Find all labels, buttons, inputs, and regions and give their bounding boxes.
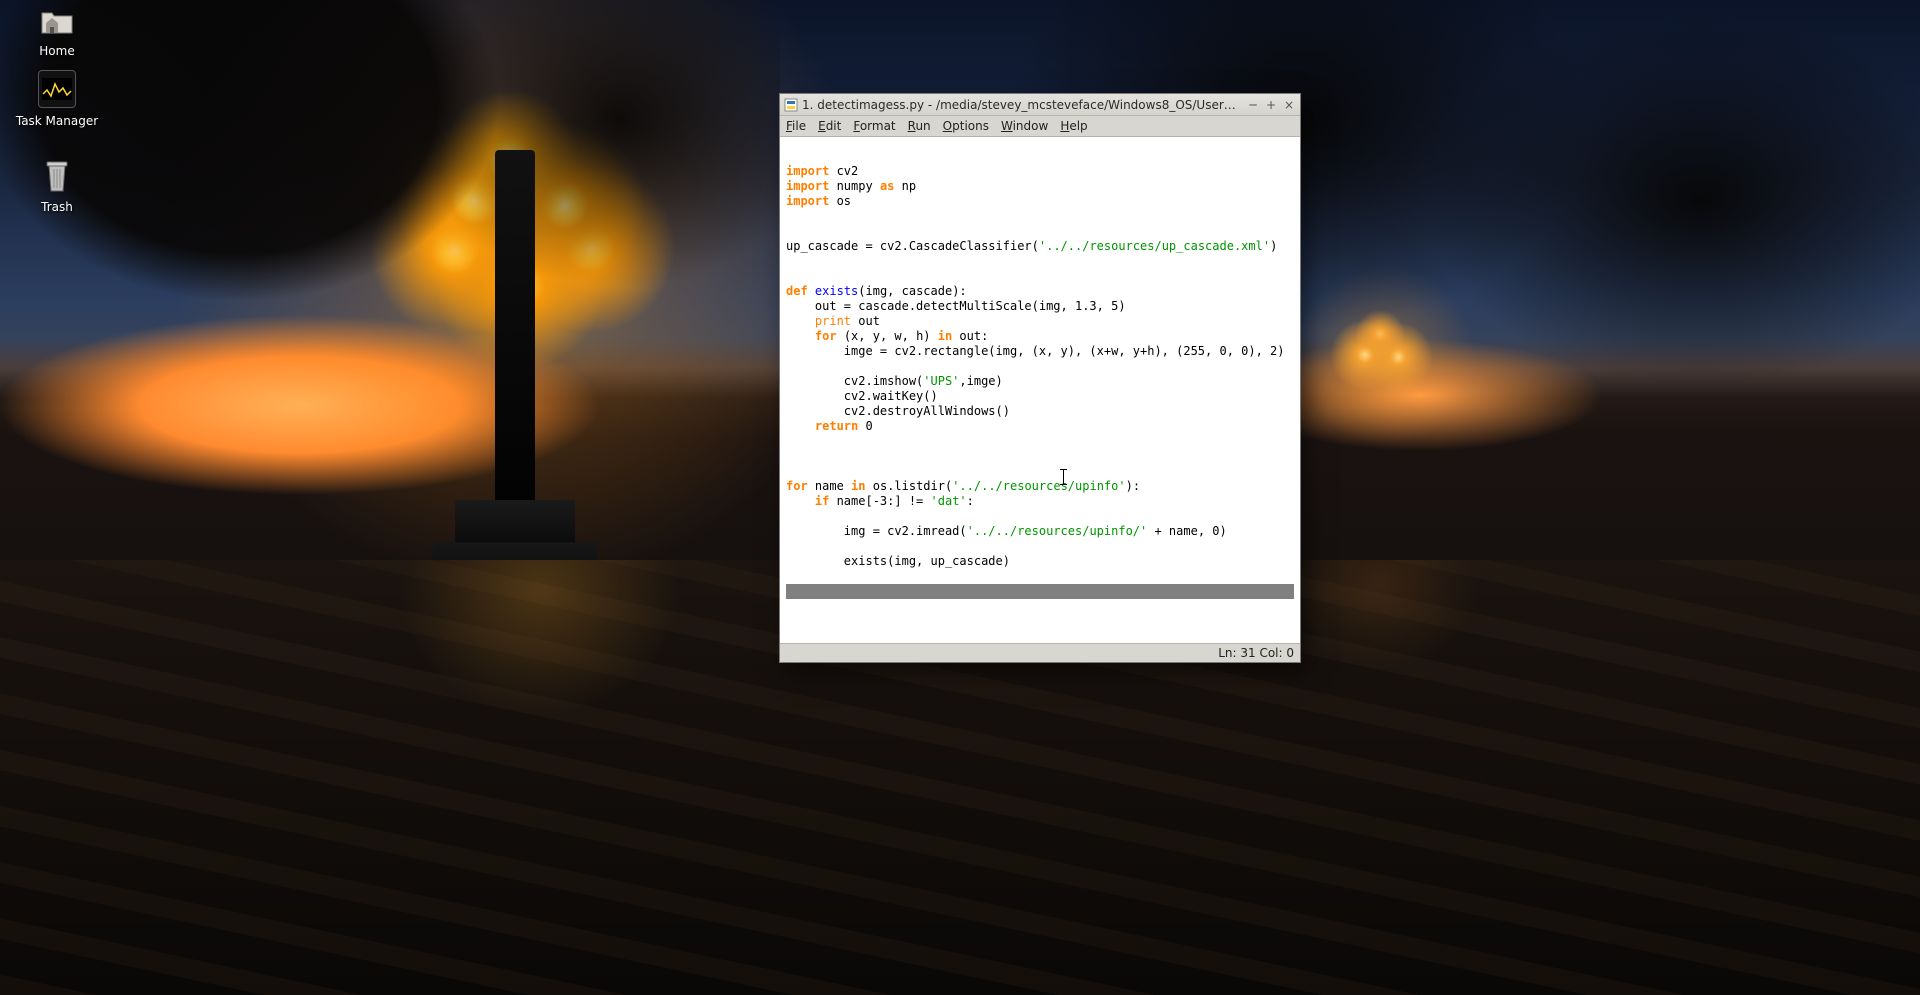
menu-options[interactable]: Options — [943, 119, 989, 133]
task-manager-icon — [38, 70, 76, 108]
maximize-button[interactable]: + — [1264, 98, 1278, 112]
desktop-icon-label: Home — [12, 44, 102, 58]
folder-home-icon — [39, 2, 75, 38]
status-position: Ln: 31 Col: 0 — [1218, 646, 1294, 660]
menubar: File Edit Format Run Options Window Help — [780, 116, 1300, 137]
python-file-icon — [784, 98, 798, 112]
code-editor[interactable]: import cv2 import numpy as np import os … — [780, 137, 1300, 643]
minimize-button[interactable]: ─ — [1246, 98, 1260, 112]
menu-format[interactable]: Format — [853, 119, 895, 133]
menu-file[interactable]: File — [786, 119, 806, 133]
statusbar: Ln: 31 Col: 0 — [780, 643, 1300, 662]
desktop-icon-home[interactable]: Home — [12, 2, 102, 58]
titlebar[interactable]: 1. detectimagess.py - /media/stevey_mcst… — [780, 94, 1300, 116]
desktop-icon-trash[interactable]: Trash — [12, 158, 102, 214]
code-content[interactable]: import cv2 import numpy as np import os … — [780, 137, 1300, 605]
menu-window[interactable]: Window — [1001, 119, 1048, 133]
menu-help[interactable]: Help — [1060, 119, 1087, 133]
menu-run[interactable]: Run — [908, 119, 931, 133]
idle-window: 1. detectimagess.py - /media/stevey_mcst… — [779, 93, 1301, 663]
trash-icon — [39, 158, 75, 194]
desktop-icon-label: Trash — [12, 200, 102, 214]
close-button[interactable]: × — [1282, 98, 1296, 112]
desktop-icon-label: Task Manager — [12, 114, 102, 128]
window-title: 1. detectimagess.py - /media/stevey_mcst… — [802, 98, 1242, 112]
desktop-icon-task-manager[interactable]: Task Manager — [12, 70, 102, 128]
menu-edit[interactable]: Edit — [818, 119, 841, 133]
